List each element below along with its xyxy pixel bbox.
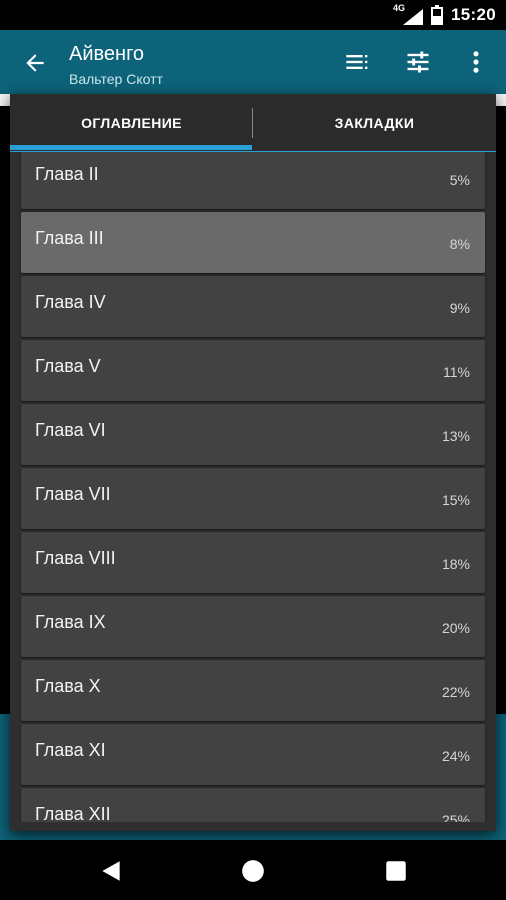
chapter-label: Глава IX [35,612,106,632]
chapter-item[interactable]: Глава VI 13% [21,404,485,465]
chapter-percent: 25% [441,812,470,822]
chapter-label: Глава VII [35,484,111,504]
chapter-percent: 11% [443,364,470,380]
contents-dialog: ОГЛАВЛЕНИЕ ЗАКЛАДКИ Глава II 5% Глава II… [10,94,496,831]
chapter-item[interactable]: Глава VII 15% [21,468,485,529]
network-indicator: 4G [393,3,424,25]
chapter-item[interactable]: Глава X 22% [21,660,485,721]
back-arrow-icon[interactable] [22,50,48,76]
more-vert-icon[interactable] [462,48,490,76]
chapter-percent: 5% [449,172,470,188]
tab-indicator [10,145,252,150]
toc-icon[interactable] [344,48,372,76]
recents-square-icon[interactable] [383,858,409,884]
chapter-item[interactable]: Глава XII 25% [21,788,485,822]
chapter-list[interactable]: Глава II 5% Глава III 8% Глава IV 9% Гла… [10,152,496,822]
chapter-label: Глава II [35,164,99,184]
battery-icon [431,5,444,25]
chapter-label: Глава V [35,356,101,376]
chapter-item[interactable]: Глава IX 20% [21,596,485,657]
chapter-label: Глава VI [35,420,106,440]
chapter-item[interactable]: Глава IV 9% [21,276,485,337]
back-triangle-icon[interactable] [98,858,124,884]
chapter-percent: 24% [441,748,470,764]
chapter-label: Глава VIII [35,548,116,568]
chapter-item[interactable]: Глава VIII 18% [21,532,485,593]
settings-sliders-icon[interactable] [404,48,432,76]
tab-bar: ОГЛАВЛЕНИЕ ЗАКЛАДКИ [10,94,496,152]
chapter-percent: 20% [441,620,470,636]
chapter-label: Глава X [35,676,101,696]
status-bar: 4G 15:20 [0,0,506,30]
home-circle-icon[interactable] [240,858,266,884]
chapter-percent: 8% [449,236,470,252]
tab-bookmarks[interactable]: ЗАКЛАДКИ [253,94,496,152]
tab-contents[interactable]: ОГЛАВЛЕНИЕ [10,94,253,152]
signal-icon [403,9,424,25]
system-nav-bar [0,840,506,900]
chapter-item[interactable]: Глава V 11% [21,340,485,401]
app-bar: Айвенго Вальтер Скотт [0,30,506,94]
chapter-item[interactable]: Глава XI 24% [21,724,485,785]
chapter-percent: 15% [441,492,470,508]
chapter-percent: 13% [441,428,470,444]
chapter-item-selected[interactable]: Глава III 8% [21,212,485,273]
chapter-item[interactable]: Глава II 5% [21,152,485,209]
chapter-percent: 22% [441,684,470,700]
chapter-label: Глава XII [35,804,111,822]
chapter-label: Глава IV [35,292,106,312]
clock: 15:20 [451,5,496,24]
chapter-label: Глава XI [35,740,106,760]
chapter-label: Глава III [35,228,104,248]
book-title: Айвенго [69,43,145,65]
status-icons: 4G 15:20 [393,3,496,25]
chapter-percent: 9% [449,300,470,316]
chapter-percent: 18% [441,556,470,572]
book-author: Вальтер Скотт [69,71,163,87]
